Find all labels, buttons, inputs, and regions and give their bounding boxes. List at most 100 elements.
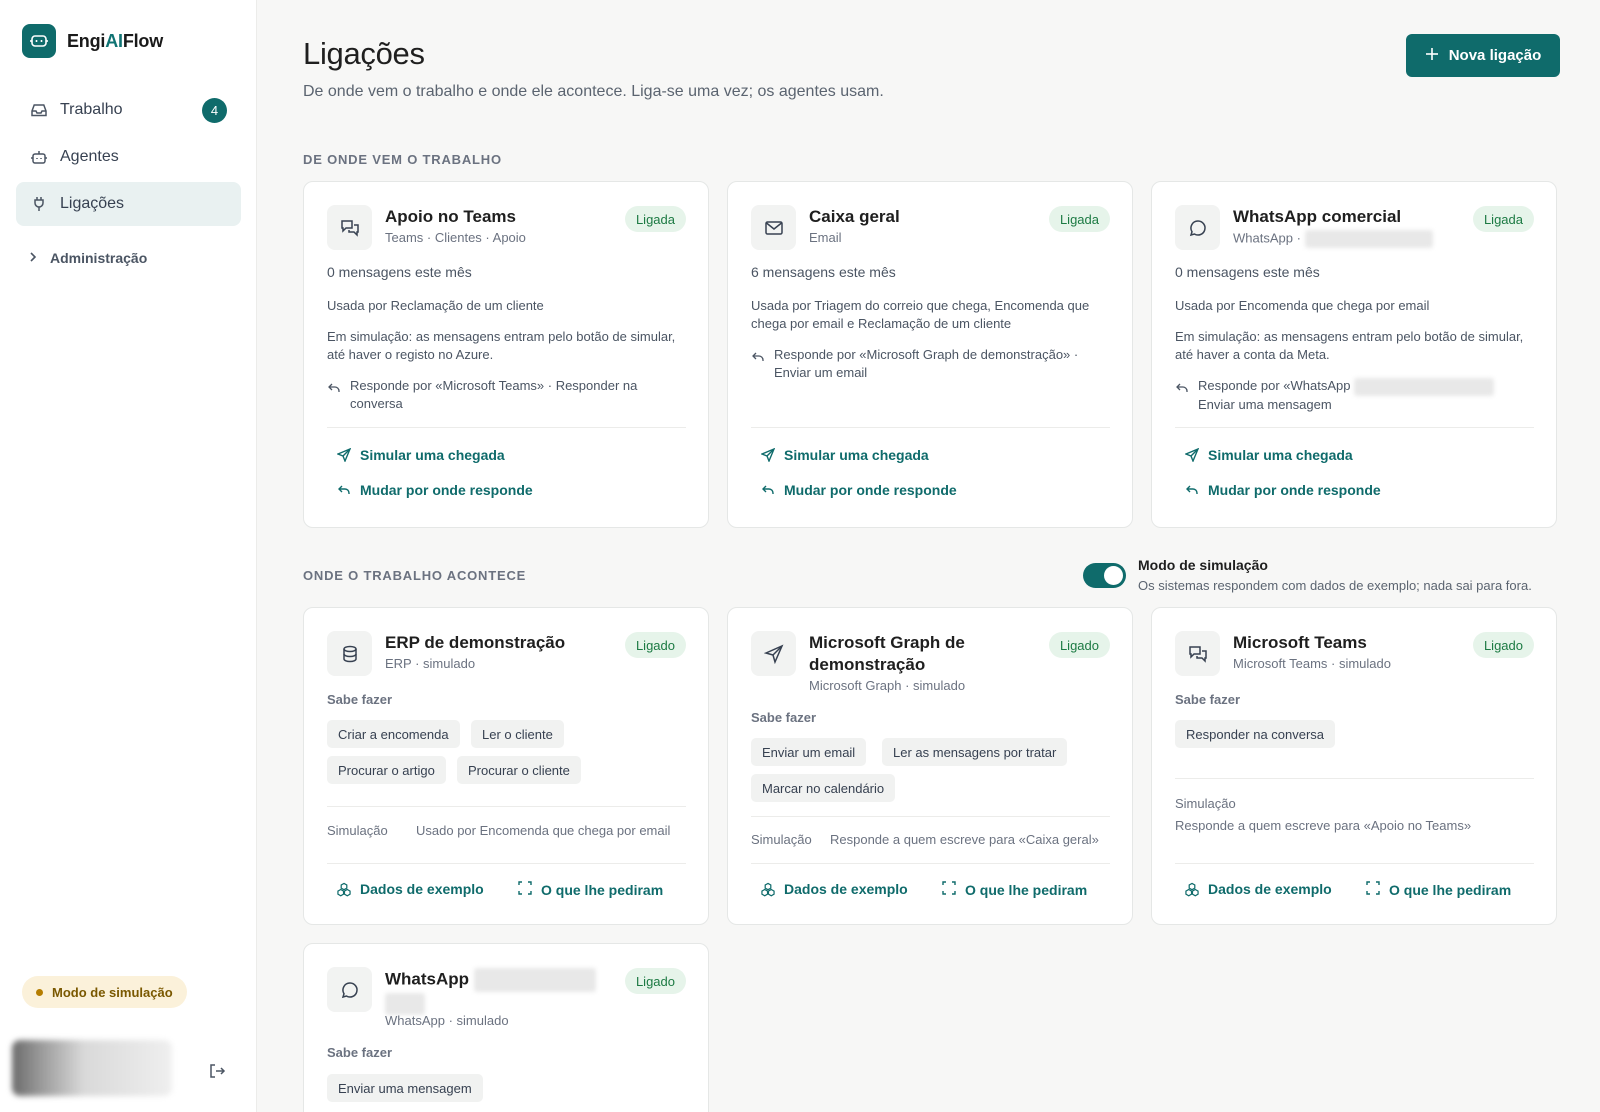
simulation-row: Simulação Responde a quem escreve para «C… — [751, 832, 1099, 847]
capability-chip: Marcar no calendário — [751, 774, 896, 802]
divider — [751, 863, 1110, 864]
action-label: Simular uma chegada — [360, 447, 505, 463]
card-title: WhatsApp — [385, 968, 596, 1015]
chat-bubbles-icon — [1175, 631, 1220, 676]
sidebar-item-label: Trabalho — [60, 101, 123, 118]
simulation-row: Simulação Usado por Encomenda que chega p… — [327, 823, 671, 838]
message-count: 0 mensagens este mês — [327, 264, 472, 280]
sidebar-item-trabalho[interactable]: Trabalho 4 — [16, 88, 241, 132]
divider — [327, 427, 686, 428]
card-title: Caixa geral — [809, 207, 900, 226]
chat-bubble-icon — [1175, 205, 1220, 250]
send-icon — [761, 448, 775, 462]
source-card-teams: Apoio no Teams Teams · Clientes · Apoio … — [303, 181, 709, 528]
new-connection-label: Nova ligação — [1448, 47, 1542, 64]
cubes-icon — [1185, 882, 1199, 897]
redacted-text — [385, 992, 425, 1015]
reply-icon — [761, 483, 775, 497]
card-subtitle: WhatsApp · — [1233, 230, 1433, 248]
brand[interactable]: EngiAIFlow — [22, 24, 163, 58]
action-label: Dados de exemplo — [784, 881, 908, 897]
card-subtitle: Microsoft Graph · simulado — [809, 678, 966, 693]
sidebar-item-label: Agentes — [60, 148, 119, 165]
page-subtitle: De onde vem o trabalho e onde ele aconte… — [303, 83, 884, 100]
robot-icon — [30, 148, 48, 166]
sidebar-item-ligacoes[interactable]: Ligações — [16, 182, 241, 226]
used-by-text: Usada por Triagem do correio que chega, … — [751, 298, 1090, 331]
simulation-mode-toggle[interactable] — [1083, 563, 1126, 588]
sample-data-button[interactable]: Dados de exemplo — [761, 881, 908, 897]
page-title: Ligações — [303, 36, 425, 71]
brand-logo-icon — [22, 24, 56, 58]
requests-button[interactable]: O que lhe pediram — [1366, 881, 1511, 898]
divider — [327, 806, 686, 807]
sidebar-nav: Trabalho 4 Agentes Ligações — [16, 88, 241, 229]
divider — [327, 863, 686, 864]
simulation-value: Responde a quem escreve para «Apoio no T… — [1175, 818, 1472, 833]
expand-icon — [942, 881, 956, 898]
logout-icon[interactable] — [208, 1062, 226, 1080]
requests-button[interactable]: O que lhe pediram — [518, 881, 663, 898]
expand-icon — [518, 881, 532, 898]
card-title: Microsoft Graph de demonstração — [809, 633, 965, 674]
cubes-icon — [337, 882, 351, 897]
source-card-whatsapp: WhatsApp comercial WhatsApp · Ligada 0 m… — [1151, 181, 1557, 528]
toggle-subtitle: Os sistemas respondem com dados de exemp… — [1138, 578, 1532, 593]
action-label: Simular uma chegada — [1208, 447, 1353, 463]
section-targets-label: ONDE O TRABALHO ACONTECE — [303, 568, 527, 583]
card-subtitle: WhatsApp · simulado — [385, 1013, 509, 1028]
message-count: 6 mensagens este mês — [751, 264, 896, 280]
chat-bubbles-icon — [327, 205, 372, 250]
status-badge: Ligada — [624, 206, 686, 232]
action-label: O que lhe pediram — [965, 881, 1088, 898]
sidebar: EngiAIFlow Trabalho 4 Agentes Ligações A… — [0, 0, 257, 1112]
simulate-arrival-button[interactable]: Simular uma chegada — [337, 447, 505, 463]
capability-chip: Ler as mensagens por tratar — [882, 738, 1068, 766]
toggle-knob — [1104, 566, 1123, 585]
action-label: Mudar por onde responde — [360, 482, 533, 498]
redacted-text — [1354, 377, 1495, 396]
status-badge: Ligado — [624, 632, 686, 658]
toggle-title: Modo de simulação — [1138, 557, 1268, 573]
simulate-arrival-button[interactable]: Simular uma chegada — [1185, 447, 1353, 463]
sidebar-item-agentes[interactable]: Agentes — [16, 135, 241, 179]
change-reply-button[interactable]: Mudar por onde responde — [1185, 482, 1381, 498]
message-count: 0 mensagens este mês — [1175, 264, 1320, 280]
status-dot-icon — [36, 988, 43, 996]
divider — [1175, 778, 1534, 779]
capability-chip: Responder na conversa — [1175, 720, 1336, 748]
new-connection-button[interactable]: Nova ligação — [1406, 34, 1560, 77]
card-title: Apoio no Teams — [385, 207, 516, 226]
reply-text: Responde por «Microsoft Teams» · Respond… — [350, 378, 638, 411]
reply-icon — [751, 350, 765, 364]
sample-data-button[interactable]: Dados de exemplo — [337, 881, 484, 897]
database-icon — [327, 631, 372, 676]
send-icon — [751, 631, 796, 676]
requests-button[interactable]: O que lhe pediram — [942, 881, 1087, 898]
reply-icon — [337, 483, 351, 497]
reply-text: Enviar uma mensagem — [1198, 396, 1332, 412]
card-title: Microsoft Teams — [1233, 633, 1367, 652]
send-icon — [337, 448, 351, 462]
cubes-icon — [761, 882, 775, 897]
status-badge: Ligado — [1048, 632, 1110, 658]
sample-data-button[interactable]: Dados de exemplo — [1185, 881, 1332, 897]
simulate-arrival-button[interactable]: Simular uma chegada — [761, 447, 929, 463]
reply-channel: Responde por «WhatsApp Enviar uma mensag… — [1175, 377, 1534, 414]
reply-icon — [327, 381, 341, 395]
avatar[interactable] — [12, 1040, 172, 1096]
brand-name: EngiAIFlow — [67, 30, 164, 51]
status-badge: Ligada — [1472, 206, 1534, 232]
action-label: Dados de exemplo — [360, 881, 484, 897]
card-subtitle: Microsoft Teams · simulado — [1233, 656, 1391, 671]
change-reply-button[interactable]: Mudar por onde responde — [337, 482, 533, 498]
sidebar-item-label: Administração — [50, 250, 148, 266]
sidebar-item-administracao[interactable]: Administração — [28, 250, 147, 266]
status-badge: Ligado — [624, 968, 686, 994]
count-badge: 4 — [202, 98, 227, 123]
sidebar-item-label: Ligações — [60, 195, 125, 212]
section-sources-label: DE ONDE VEM O TRABALHO — [303, 152, 502, 167]
redacted-text — [473, 968, 596, 992]
change-reply-button[interactable]: Mudar por onde responde — [761, 482, 957, 498]
capability-chip: Procurar o cliente — [457, 756, 581, 784]
